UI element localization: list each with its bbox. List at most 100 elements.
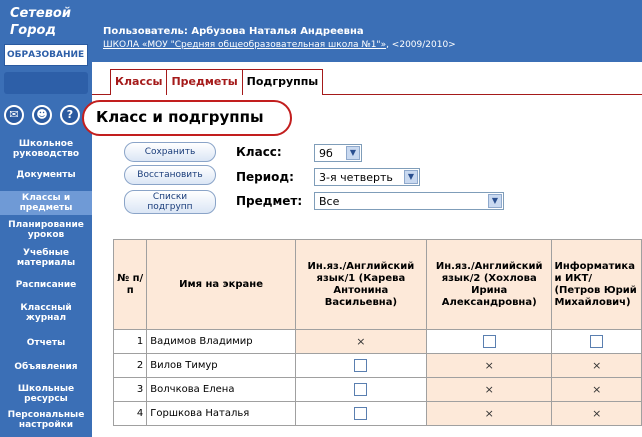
users-icon[interactable]: ☻ — [32, 105, 52, 125]
period-label: Период: — [236, 170, 294, 184]
sidebar-item-label: Персональные настройки — [7, 410, 85, 430]
table-row: 2 Вилов Тимур × × — [113, 353, 642, 378]
header-group-1: Ин.яз./Английский язык/1 (Карева Антонин… — [294, 239, 427, 330]
sidebar-item-school-resources[interactable]: Школьные ресурсы — [0, 384, 92, 404]
school-link[interactable]: ШКОЛА «МОУ "Средняя общеобразовательная … — [103, 40, 386, 50]
header-name: Имя на экране — [146, 239, 296, 330]
row-num: 2 — [113, 353, 148, 378]
sidebar-item-label: Школьные ресурсы — [17, 384, 75, 404]
sidebar-item-label: Объявления — [14, 362, 78, 372]
cell-unavailable: × — [294, 329, 427, 354]
sidebar-item-label: Расписание — [15, 280, 77, 290]
logo-bar — [4, 72, 88, 94]
checkbox[interactable] — [354, 407, 368, 420]
cell-checkbox — [294, 353, 427, 378]
school-info: ШКОЛА «МОУ "Средняя общеобразовательная … — [103, 40, 456, 50]
chevron-down-icon: ▼ — [346, 146, 360, 160]
help-icon[interactable]: ? — [60, 105, 80, 125]
sidebar-item-school-management[interactable]: Школьное руководство — [0, 139, 92, 159]
subgroups-table: № п/п Имя на экране Ин.яз./Английский яз… — [113, 239, 642, 426]
subgroup-lists-label: Списки подгрупп — [147, 192, 193, 212]
row-name: Вадимов Владимир — [146, 329, 296, 354]
cell-unavailable: × — [425, 401, 553, 426]
sidebar-item-schedule[interactable]: Расписание — [0, 280, 92, 290]
logo[interactable]: Сетевой Город ОБРАЗОВАНИЕ — [4, 4, 88, 94]
subject-label: Предмет: — [236, 194, 303, 208]
sidebar-item-label: Планирование уроков — [8, 220, 84, 240]
tabs: Классы Предметы Подгруппы — [110, 69, 324, 95]
header-num: № п/п — [113, 239, 148, 330]
sidebar-item-materials[interactable]: Учебные материалы — [0, 248, 92, 268]
school-years: , <2009/2010> — [386, 40, 456, 50]
row-name: Горшкова Наталья — [146, 401, 296, 426]
page-title: Класс и подгруппы — [96, 108, 264, 126]
header-group-2: Ин.яз./Английский язык/2 (Хохлова Ирина … — [425, 239, 553, 330]
mail-icon[interactable]: ✉ — [4, 105, 24, 125]
tab-classes[interactable]: Классы — [111, 70, 168, 95]
cross-icon: × — [592, 383, 602, 396]
cell-unavailable: × — [425, 377, 553, 402]
checkbox[interactable] — [482, 335, 496, 348]
cell-unavailable: × — [425, 353, 553, 378]
tab-subjects[interactable]: Предметы — [167, 70, 243, 95]
cell-checkbox — [294, 401, 427, 426]
cross-icon: × — [484, 359, 494, 372]
top-header: Пользователь: Арбузова Наталья Андреевна… — [92, 0, 642, 62]
sidebar-item-label: Учебные материалы — [16, 248, 76, 268]
cell-checkbox — [294, 377, 427, 402]
chevron-down-icon: ▼ — [488, 194, 502, 208]
sidebar-item-reports[interactable]: Отчеты — [0, 338, 92, 348]
chevron-down-icon: ▼ — [404, 170, 418, 184]
class-select[interactable]: 9б ▼ — [314, 144, 362, 162]
cross-icon: × — [592, 359, 602, 372]
table-row: 3 Волчкова Елена × × — [113, 377, 642, 402]
logo-line2: Город — [10, 23, 56, 38]
row-num: 4 — [113, 401, 148, 426]
subject-select-value: Все — [319, 195, 340, 208]
cross-icon: × — [592, 407, 602, 420]
table-header-row: № п/п Имя на экране Ин.яз./Английский яз… — [113, 239, 642, 330]
class-select-value: 9б — [319, 147, 333, 160]
sidebar-item-documents[interactable]: Документы — [0, 170, 92, 180]
row-name: Волчкова Елена — [146, 377, 296, 402]
sidebar-item-lesson-planning[interactable]: Планирование уроков — [0, 220, 92, 240]
checkbox[interactable] — [354, 359, 368, 372]
period-select-value: 3-я четверть — [319, 171, 393, 184]
cross-icon: × — [484, 407, 494, 420]
checkbox[interactable] — [590, 335, 604, 348]
sidebar-item-class-journal[interactable]: Классный журнал — [0, 303, 92, 323]
sidebar-item-label: Школьное руководство — [12, 139, 80, 159]
restore-button[interactable]: Восстановить — [124, 165, 216, 185]
sidebar-item-classes-subjects[interactable]: Классы и предметы — [0, 191, 92, 215]
sidebar-item-label: Отчеты — [26, 338, 66, 348]
class-label: Класс: — [236, 145, 282, 159]
cell-checkbox — [551, 329, 642, 354]
sidebar-item-label: Классы и предметы — [19, 193, 73, 213]
save-button[interactable]: Сохранить — [124, 142, 216, 162]
sidebar-item-announcements[interactable]: Объявления — [0, 362, 92, 372]
subgroup-lists-button[interactable]: Списки подгрупп — [124, 190, 216, 214]
row-num: 1 — [113, 329, 148, 354]
header-group-3: Информатика и ИКТ/ (Петров Юрий Михайлов… — [551, 239, 642, 330]
sidebar-item-label: Классный журнал — [20, 303, 72, 323]
cell-unavailable: × — [551, 401, 642, 426]
table-row: 1 Вадимов Владимир × — [113, 329, 642, 354]
logo-line3: ОБРАЗОВАНИЕ — [4, 44, 88, 66]
left-sidebar: Сетевой Город ОБРАЗОВАНИЕ ✉ ☻ ? Школьное… — [0, 0, 92, 437]
table-row: 4 Горшкова Наталья × × — [113, 401, 642, 426]
logo-line1: Сетевой — [10, 6, 71, 21]
tab-subgroups[interactable]: Подгруппы — [243, 70, 323, 95]
cell-unavailable: × — [551, 353, 642, 378]
cell-unavailable: × — [551, 377, 642, 402]
checkbox[interactable] — [354, 383, 368, 396]
cross-icon: × — [484, 383, 494, 396]
subject-select[interactable]: Все ▼ — [314, 192, 504, 210]
subgroups-table-container: № п/п Имя на экране Ин.яз./Английский яз… — [113, 239, 642, 437]
row-name: Вилов Тимур — [146, 353, 296, 378]
sidebar-item-personal-settings[interactable]: Персональные настройки — [0, 410, 92, 430]
period-select[interactable]: 3-я четверть ▼ — [314, 168, 420, 186]
cell-checkbox — [425, 329, 553, 354]
tab-strip: Классы Предметы Подгруппы — [92, 62, 642, 95]
cross-icon: × — [356, 335, 366, 348]
page-title-frame: Класс и подгруппы — [82, 100, 292, 136]
